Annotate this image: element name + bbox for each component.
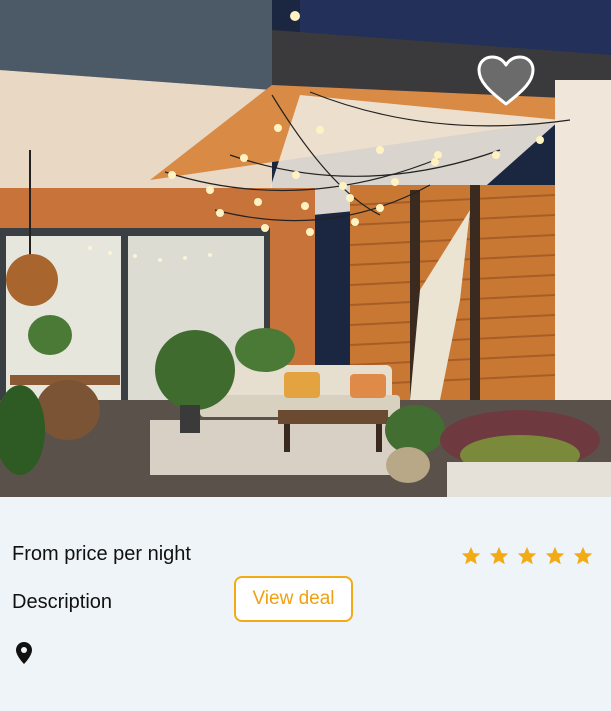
- map-pin-icon: [15, 641, 33, 665]
- listing-card: From price per night Description View de…: [0, 0, 611, 711]
- description-label: Description: [12, 591, 113, 613]
- star-icon: [573, 546, 593, 565]
- star-icon: [545, 546, 565, 565]
- star-icon: [489, 546, 509, 565]
- heart-icon: [477, 55, 535, 106]
- star-icon: [517, 546, 537, 565]
- view-deal-button[interactable]: View deal: [234, 576, 353, 622]
- star-icon: [461, 546, 481, 565]
- price-label: From price per night: [12, 543, 191, 565]
- listing-photo: [0, 0, 611, 497]
- rating-stars: [460, 545, 594, 567]
- favorite-button[interactable]: [476, 54, 536, 108]
